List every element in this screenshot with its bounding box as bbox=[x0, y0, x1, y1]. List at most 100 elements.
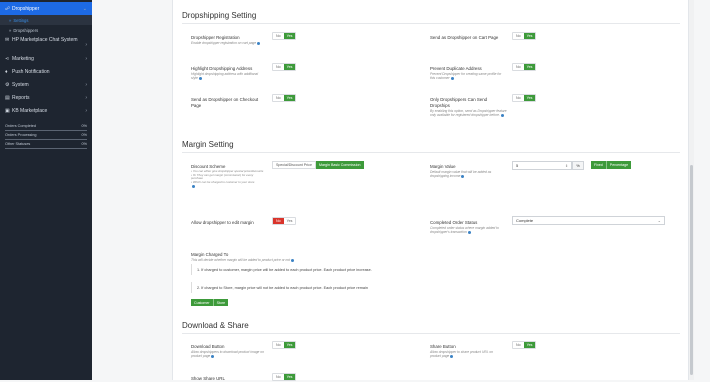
dropshipper-icon: ☍ bbox=[5, 5, 11, 12]
share-button-toggle[interactable]: No Yes bbox=[512, 341, 537, 349]
discount-scheme-selector[interactable]: Special/Discount Price Margin Basic Comm… bbox=[272, 161, 364, 169]
toggle-yes[interactable]: Yes bbox=[283, 64, 296, 70]
option-special-price[interactable]: Special/Discount Price bbox=[272, 161, 316, 169]
toggle-yes[interactable]: Yes bbox=[283, 342, 296, 348]
send-as-dropshipper-cart-toggle[interactable]: No Yes bbox=[512, 32, 537, 40]
toggle-yes[interactable]: Yes bbox=[283, 95, 296, 101]
sidebar-item-marketing[interactable]: ⋖ Marketing › bbox=[0, 52, 92, 65]
field-description-text: This will decide whether margin will be … bbox=[191, 258, 291, 262]
stat-orders-completed: Orders Completed 0% bbox=[5, 123, 87, 132]
toggle-no[interactable]: No bbox=[273, 218, 284, 224]
toggle-no[interactable]: No bbox=[273, 33, 284, 39]
toggle-yes[interactable]: Yes bbox=[523, 64, 536, 70]
toggle-no[interactable]: No bbox=[273, 64, 284, 70]
field-label: Show Share URL bbox=[191, 376, 225, 381]
stat-progress-bar bbox=[5, 139, 87, 140]
selected-value: Complete bbox=[516, 218, 534, 223]
field-description: By enabling this option, send as Dropshi… bbox=[430, 109, 508, 117]
section-divider bbox=[182, 23, 680, 24]
sidebar-subitem-dropshippers[interactable]: » Dropshippers bbox=[0, 25, 92, 35]
allow-edit-margin-toggle[interactable]: No Yes bbox=[272, 217, 297, 225]
toggle-yes[interactable]: Yes bbox=[283, 374, 296, 380]
stat-progress-bar bbox=[5, 148, 87, 149]
highlight-address-toggle[interactable]: No Yes bbox=[272, 63, 297, 71]
toggle-yes[interactable]: Yes bbox=[523, 95, 536, 101]
field-description-text: Prevent Dropshipper for creating same pr… bbox=[430, 72, 502, 81]
field-label: Allow dropshipper to edit margin bbox=[191, 220, 254, 225]
send-as-dropshipper-checkout-toggle[interactable]: No Yes bbox=[272, 94, 297, 102]
sidebar-item-kb-marketplace[interactable]: ▣ KB Marketplace › bbox=[0, 104, 92, 117]
bell-icon: ♦ bbox=[5, 68, 8, 75]
margin-charged-selector[interactable]: Customer Store bbox=[191, 299, 229, 306]
field-label: Only Dropshippers Can Send Dropships bbox=[430, 97, 488, 108]
completed-status-select[interactable]: Complete ⌄ bbox=[512, 216, 665, 225]
toggle-no[interactable]: No bbox=[513, 342, 524, 348]
main-area: Dropshipping Setting Dropshipper Registr… bbox=[92, 0, 710, 381]
option-customer[interactable]: Customer bbox=[191, 299, 213, 306]
info-icon bbox=[500, 113, 504, 117]
sidebar-subitem-label: Dropshippers bbox=[13, 27, 39, 33]
only-dropshippers-toggle[interactable]: No Yes bbox=[512, 94, 537, 102]
option-percentage[interactable]: Percentage bbox=[605, 161, 632, 169]
sidebar-item-label: Push Notification bbox=[12, 68, 50, 75]
prevent-duplicate-toggle[interactable]: No Yes bbox=[512, 63, 537, 71]
toggle-no[interactable]: No bbox=[513, 33, 524, 39]
margin-note-customer: 1. If charged to customer, margin price … bbox=[191, 264, 671, 275]
sidebar-subitem-label: Settings bbox=[13, 17, 29, 23]
toggle-yes[interactable]: Yes bbox=[283, 33, 296, 39]
field-description-text: Allow dropshipper to share product URL o… bbox=[430, 350, 493, 359]
toggle-no[interactable]: No bbox=[513, 95, 524, 101]
toggle-yes[interactable]: Yes bbox=[523, 33, 536, 39]
sidebar-item-reports[interactable]: ▤ Reports › bbox=[0, 91, 92, 104]
section-title-download: Download & Share bbox=[182, 321, 249, 330]
info-icon bbox=[291, 258, 295, 262]
spinner-icon[interactable]: ⇕ bbox=[565, 164, 568, 168]
toggle-no[interactable]: No bbox=[273, 95, 284, 101]
description-bullet: • Which can be charged to customer to yo… bbox=[191, 180, 255, 185]
chat-icon: ✉ bbox=[5, 37, 10, 43]
field-description: Highlight dropshipping address with addi… bbox=[191, 72, 265, 80]
stat-value: 0% bbox=[81, 142, 88, 146]
toggle-no[interactable]: No bbox=[273, 374, 284, 380]
sidebar-subitem-settings[interactable]: » Settings bbox=[0, 15, 92, 25]
stat-label: Other Statuses bbox=[5, 142, 31, 146]
chevron-right-icon: › bbox=[85, 94, 87, 101]
toggle-no[interactable]: No bbox=[273, 342, 284, 348]
option-margin-commission[interactable]: Margin Basic Commission bbox=[315, 161, 364, 169]
section-title-dropshipping: Dropshipping Setting bbox=[182, 11, 257, 20]
stat-value: 0% bbox=[81, 133, 88, 137]
field-description-text: By enabling this option, send as Dropshi… bbox=[430, 109, 507, 118]
info-icon bbox=[192, 184, 195, 188]
sidebar: ☍ Dropshipper ⌄ » Settings » Dropshipper… bbox=[0, 0, 92, 380]
margin-value-input[interactable]: 5 ⇕ bbox=[512, 161, 572, 170]
field-description: Allow dropshipper to share product URL o… bbox=[430, 350, 504, 358]
info-icon bbox=[450, 76, 454, 80]
share-icon: ⋖ bbox=[5, 55, 10, 62]
stat-orders-processing: Orders Processing 0% bbox=[5, 132, 87, 141]
scrollbar-thumb[interactable] bbox=[690, 165, 693, 375]
sidebar-item-push-notification[interactable]: ♦ Push Notification bbox=[0, 65, 92, 78]
toggle-yes[interactable]: Yes bbox=[523, 342, 536, 348]
dropshipper-registration-toggle[interactable]: No Yes bbox=[272, 32, 297, 40]
field-description-text: Completed order status where margin adde… bbox=[430, 226, 499, 235]
sidebar-item-system[interactable]: ⚙ System › bbox=[0, 78, 92, 91]
field-label: Highlight Dropshipping Address bbox=[191, 66, 253, 71]
stat-progress-bar bbox=[5, 130, 87, 131]
option-store[interactable]: Store bbox=[212, 299, 229, 306]
toggle-yes[interactable]: Yes bbox=[283, 218, 296, 224]
sidebar-item-label: Dropshipper bbox=[12, 5, 40, 12]
download-button-toggle[interactable]: No Yes bbox=[272, 341, 297, 349]
info-icon bbox=[257, 41, 261, 45]
sidebar-item-dropshipper[interactable]: ☍ Dropshipper ⌄ bbox=[0, 2, 92, 15]
margin-value-text: 5 bbox=[516, 163, 519, 168]
margin-type-selector[interactable]: Fixed Percentage bbox=[591, 161, 632, 169]
stat-value: 0% bbox=[81, 124, 88, 128]
sidebar-item-label: Reports bbox=[12, 94, 30, 101]
option-fixed[interactable]: Fixed bbox=[591, 161, 606, 169]
sidebar-item-chat-system[interactable]: ✉ HP Marketplace Chat System › bbox=[0, 35, 92, 52]
field-description: Prevent Dropshipper for creating same pr… bbox=[430, 72, 506, 80]
chevron-down-icon: ⌄ bbox=[657, 218, 661, 223]
field-label: Share Button bbox=[430, 344, 456, 349]
toggle-no[interactable]: No bbox=[513, 64, 524, 70]
field-description-text: Enable dropshipper registration on cart … bbox=[191, 41, 257, 45]
